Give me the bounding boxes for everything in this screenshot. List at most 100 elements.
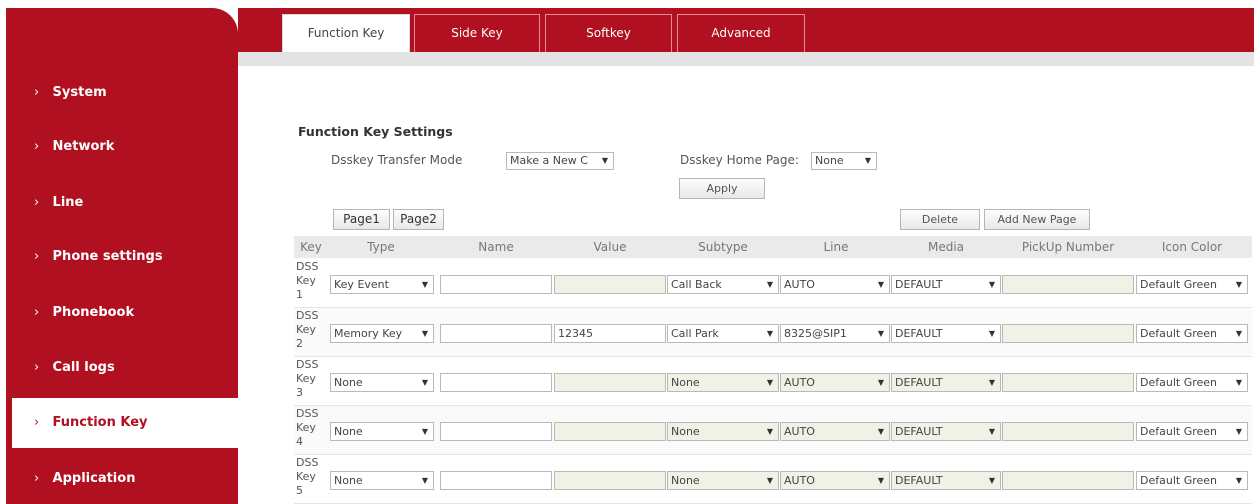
name-input[interactable] [440,275,552,294]
type-select[interactable]: None ▼ [330,422,434,441]
tab-side-key[interactable]: Side Key [414,14,540,52]
sidebar-item-system[interactable]: › System [6,68,238,118]
dropdown-arrow-icon: ▼ [877,476,884,485]
line-select[interactable]: 8325@SIP1 ▼ [780,324,890,343]
line-select[interactable]: AUTO ▼ [780,422,890,441]
value-input[interactable] [554,373,666,392]
subtype-select[interactable]: None ▼ [667,422,779,441]
home-page-select[interactable]: None ▼ [811,152,877,170]
chevron-right-icon: › [34,139,40,154]
dropdown-arrow-icon: ▼ [766,329,773,338]
pickup-number-input[interactable] [1002,324,1134,343]
header-icon-color: Icon Color [1161,240,1223,254]
table-header: Key Type Name Value Subtype Line Media P… [294,236,1252,258]
key-cell: DSS Key 5 [296,456,319,497]
delete-button[interactable]: Delete [900,209,980,230]
sidebar-item-function-key[interactable]: › Function Key [12,398,238,448]
sidebar-item-phonebook[interactable]: › Phonebook [6,288,238,338]
value-input[interactable] [554,471,666,490]
header-name: Name [478,240,514,254]
dropdown-arrow-icon: ▼ [988,280,995,289]
dropdown-arrow-icon: ▼ [421,280,428,289]
dropdown-arrow-icon: ▼ [988,476,995,485]
header-type: Type [367,240,395,254]
dropdown-arrow-icon: ▼ [877,329,884,338]
name-input[interactable] [440,422,552,441]
value-input[interactable] [554,275,666,294]
line-select[interactable]: AUTO ▼ [780,373,890,392]
dropdown-arrow-icon: ▼ [877,427,884,436]
tab-function-key[interactable]: Function Key [282,14,410,52]
table-row: DSS Key 4 None ▼ None ▼ AUTO ▼ DEFAULT ▼ Defau… [294,406,1252,455]
type-select[interactable]: None ▼ [330,471,434,490]
sidebar-item-call-logs[interactable]: › Call logs [6,343,238,393]
icon-color-select[interactable]: Default Green ▼ [1136,324,1248,343]
dropdown-arrow-icon: ▼ [766,476,773,485]
sidebar-item-line[interactable]: › Line [6,178,238,228]
add-new-page-button[interactable]: Add New Page [984,209,1090,230]
value-input[interactable] [554,422,666,441]
key-cell: DSS Key 4 [296,407,319,448]
key-cell: DSS Key 3 [296,358,319,399]
media-select[interactable]: DEFAULT ▼ [891,275,1001,294]
chevron-right-icon: › [34,471,40,486]
dropdown-arrow-icon: ▼ [877,280,884,289]
chevron-right-icon: › [34,249,40,264]
header-key: Key [300,240,322,254]
table-row: DSS Key 2 Memory Key ▼ 12345 Call Park ▼ 832… [294,308,1252,357]
pickup-number-input[interactable] [1002,422,1134,441]
media-select[interactable]: DEFAULT ▼ [891,471,1001,490]
name-input[interactable] [440,373,552,392]
table-row: DSS Key 5 None ▼ None ▼ AUTO ▼ DEFAULT ▼ Defau… [294,455,1252,504]
name-input[interactable] [440,324,552,343]
chevron-right-icon: › [34,305,40,320]
tab-underline-bar [238,52,1254,66]
subtype-select[interactable]: None ▼ [667,471,779,490]
dropdown-arrow-icon: ▼ [988,427,995,436]
tab-softkey[interactable]: Softkey [545,14,672,52]
icon-color-select[interactable]: Default Green ▼ [1136,275,1248,294]
type-select[interactable]: Key Event ▼ [330,275,434,294]
subtype-select[interactable]: Call Park ▼ [667,324,779,343]
chevron-right-icon: › [34,85,40,100]
dropdown-arrow-icon: ▼ [1235,476,1242,485]
chevron-right-icon: › [34,415,40,430]
dropdown-arrow-icon: ▼ [1235,427,1242,436]
pickup-number-input[interactable] [1002,471,1134,490]
apply-button[interactable]: Apply [679,178,765,199]
pickup-number-input[interactable] [1002,373,1134,392]
sidebar-item-application[interactable]: › Application [6,454,238,504]
dropdown-arrow-icon: ▼ [1235,378,1242,387]
transfer-mode-select[interactable]: Make a New C ▼ [506,152,614,170]
page1-button[interactable]: Page1 [333,209,390,230]
media-select[interactable]: DEFAULT ▼ [891,422,1001,441]
sidebar-item-phone-settings[interactable]: › Phone settings [6,232,238,282]
icon-color-select[interactable]: Default Green ▼ [1136,422,1248,441]
type-select[interactable]: Memory Key ▼ [330,324,434,343]
dropdown-arrow-icon: ▼ [988,378,995,387]
dropdown-arrow-icon: ▼ [988,329,995,338]
dropdown-arrow-icon: ▼ [421,329,428,338]
dropdown-arrow-icon: ▼ [421,427,428,436]
page2-button[interactable]: Page2 [393,209,444,230]
media-select[interactable]: DEFAULT ▼ [891,373,1001,392]
pickup-number-input[interactable] [1002,275,1134,294]
type-select[interactable]: None ▼ [330,373,434,392]
header-line: Line [823,240,849,254]
section-title: Function Key Settings [298,124,453,139]
name-input[interactable] [440,471,552,490]
dropdown-arrow-icon: ▼ [877,378,884,387]
line-select[interactable]: AUTO ▼ [780,275,890,294]
home-page-label: Dsskey Home Page: [680,153,799,167]
media-select[interactable]: DEFAULT ▼ [891,324,1001,343]
value-input[interactable]: 12345 [554,324,666,343]
tab-advanced[interactable]: Advanced [677,14,805,52]
icon-color-select[interactable]: Default Green ▼ [1136,471,1248,490]
table-row: DSS Key 3 None ▼ None ▼ AUTO ▼ DEFAULT ▼ Defau… [294,357,1252,406]
subtype-select[interactable]: Call Back ▼ [667,275,779,294]
chevron-right-icon: › [34,195,40,210]
sidebar-item-network[interactable]: › Network [6,122,238,172]
subtype-select[interactable]: None ▼ [667,373,779,392]
icon-color-select[interactable]: Default Green ▼ [1136,373,1248,392]
line-select[interactable]: AUTO ▼ [780,471,890,490]
